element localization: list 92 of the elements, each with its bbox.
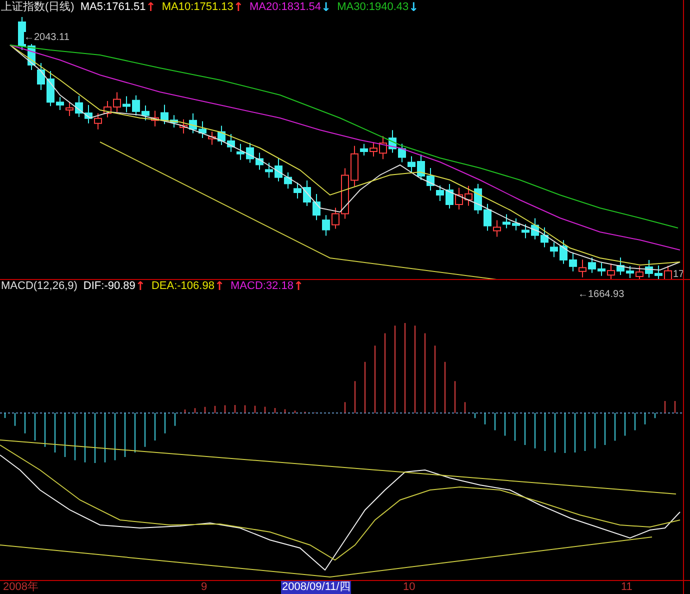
candlestick: [560, 240, 568, 264]
indicator-value: MA10:1751.13: [162, 0, 234, 14]
low-price-label: ←1664.93: [578, 289, 624, 301]
indicator-value: MA20:1831.54: [249, 0, 322, 14]
candlestick: [189, 112, 197, 134]
candlestick: [208, 131, 216, 146]
candlestick: [274, 158, 282, 182]
candlestick: [484, 203, 492, 232]
date-label: 2008年: [2, 581, 40, 594]
date-label: 10: [402, 581, 416, 594]
candlestick: [626, 266, 634, 279]
trend-arrow: ↑: [293, 280, 304, 292]
trend-arrow: ↑: [233, 1, 244, 13]
candlestick: [588, 257, 596, 274]
candlestick: [664, 265, 672, 280]
candlestick: [332, 207, 340, 230]
candlestick: [550, 242, 558, 258]
candlestick: [341, 168, 349, 220]
candlestick: [360, 143, 368, 156]
candlestick: [388, 130, 396, 154]
candlestick: [522, 224, 530, 239]
candlestick: [198, 120, 206, 138]
price-label: 17: [673, 269, 684, 281]
candlestick: [227, 133, 235, 152]
candlestick: [66, 101, 74, 116]
candlestick: [256, 152, 264, 170]
candlestick: [417, 154, 425, 180]
candlestick: [160, 104, 168, 125]
candlestick: [246, 142, 254, 164]
candlestick: [56, 96, 64, 110]
candlestick: [84, 104, 92, 124]
indicator-value: DEA:-106.98: [151, 280, 214, 292]
candlestick: [132, 94, 140, 116]
candlestick: [170, 114, 178, 128]
candlestick: [493, 220, 501, 238]
indicator-title: MACD(12,26,9): [1, 280, 78, 292]
candlestick: [265, 162, 273, 178]
candlestick: [455, 187, 463, 210]
candlestick: [322, 214, 330, 236]
candlestick: [607, 263, 615, 280]
candlestick: [180, 118, 188, 134]
candlestick: [436, 185, 444, 202]
candlestick: [540, 226, 548, 248]
candlestick: [18, 16, 26, 50]
indicator-value: MACD:32.18: [230, 280, 294, 292]
candlestick: [370, 142, 378, 157]
candlestick: [636, 265, 644, 280]
candlestick: [598, 262, 606, 276]
candlestick: [94, 112, 102, 130]
candlestick: [616, 257, 624, 276]
candlestick: [578, 259, 586, 278]
trend-arrow: ↑: [146, 1, 156, 13]
candlestick: [75, 95, 83, 118]
candlestick: [408, 156, 416, 173]
candlestick: [569, 252, 577, 272]
candlestick: [303, 180, 311, 206]
candlestick: [512, 218, 520, 231]
candlestick: [142, 104, 150, 121]
date-label: 11: [620, 581, 634, 594]
candlestick: [474, 183, 482, 214]
candlestick: [502, 214, 510, 229]
candlestick: [236, 143, 244, 160]
trend-arrow: ↑: [214, 280, 224, 292]
date-label: 9: [200, 581, 208, 594]
date-label: 2008/09/11/四: [281, 581, 352, 594]
trend-arrow: ↓: [408, 1, 419, 13]
chart-title: 上证指数(日线): [1, 0, 74, 14]
indicator-value: MA30:1940.43: [337, 0, 409, 14]
candlestick: [350, 145, 358, 187]
candlestick: [113, 92, 121, 112]
candlestick: [446, 184, 454, 209]
candlestick: [104, 100, 112, 118]
candlestick: [46, 70, 54, 107]
trend-arrow: ↑: [135, 280, 146, 292]
candlestick: [531, 218, 539, 240]
candlestick: [654, 264, 662, 280]
candlestick: [218, 125, 226, 146]
candlestick: [294, 182, 302, 199]
candlestick: [37, 62, 45, 90]
candlestick: [151, 110, 159, 127]
candlestick: [284, 172, 292, 190]
indicator-value: DIF:-90.89: [83, 280, 136, 292]
candlestick: [379, 136, 387, 160]
indicator-value: MA5:1761.51: [80, 0, 146, 14]
candlestick: [312, 194, 320, 221]
candlestick: [398, 143, 406, 163]
trend-arrow: ↓: [321, 1, 332, 13]
high-price-label: ←2043.11: [24, 32, 70, 44]
candlestick: [464, 185, 472, 206]
candlestick: [122, 96, 130, 113]
candlestick: [426, 168, 434, 191]
candlestick: [645, 259, 653, 278]
